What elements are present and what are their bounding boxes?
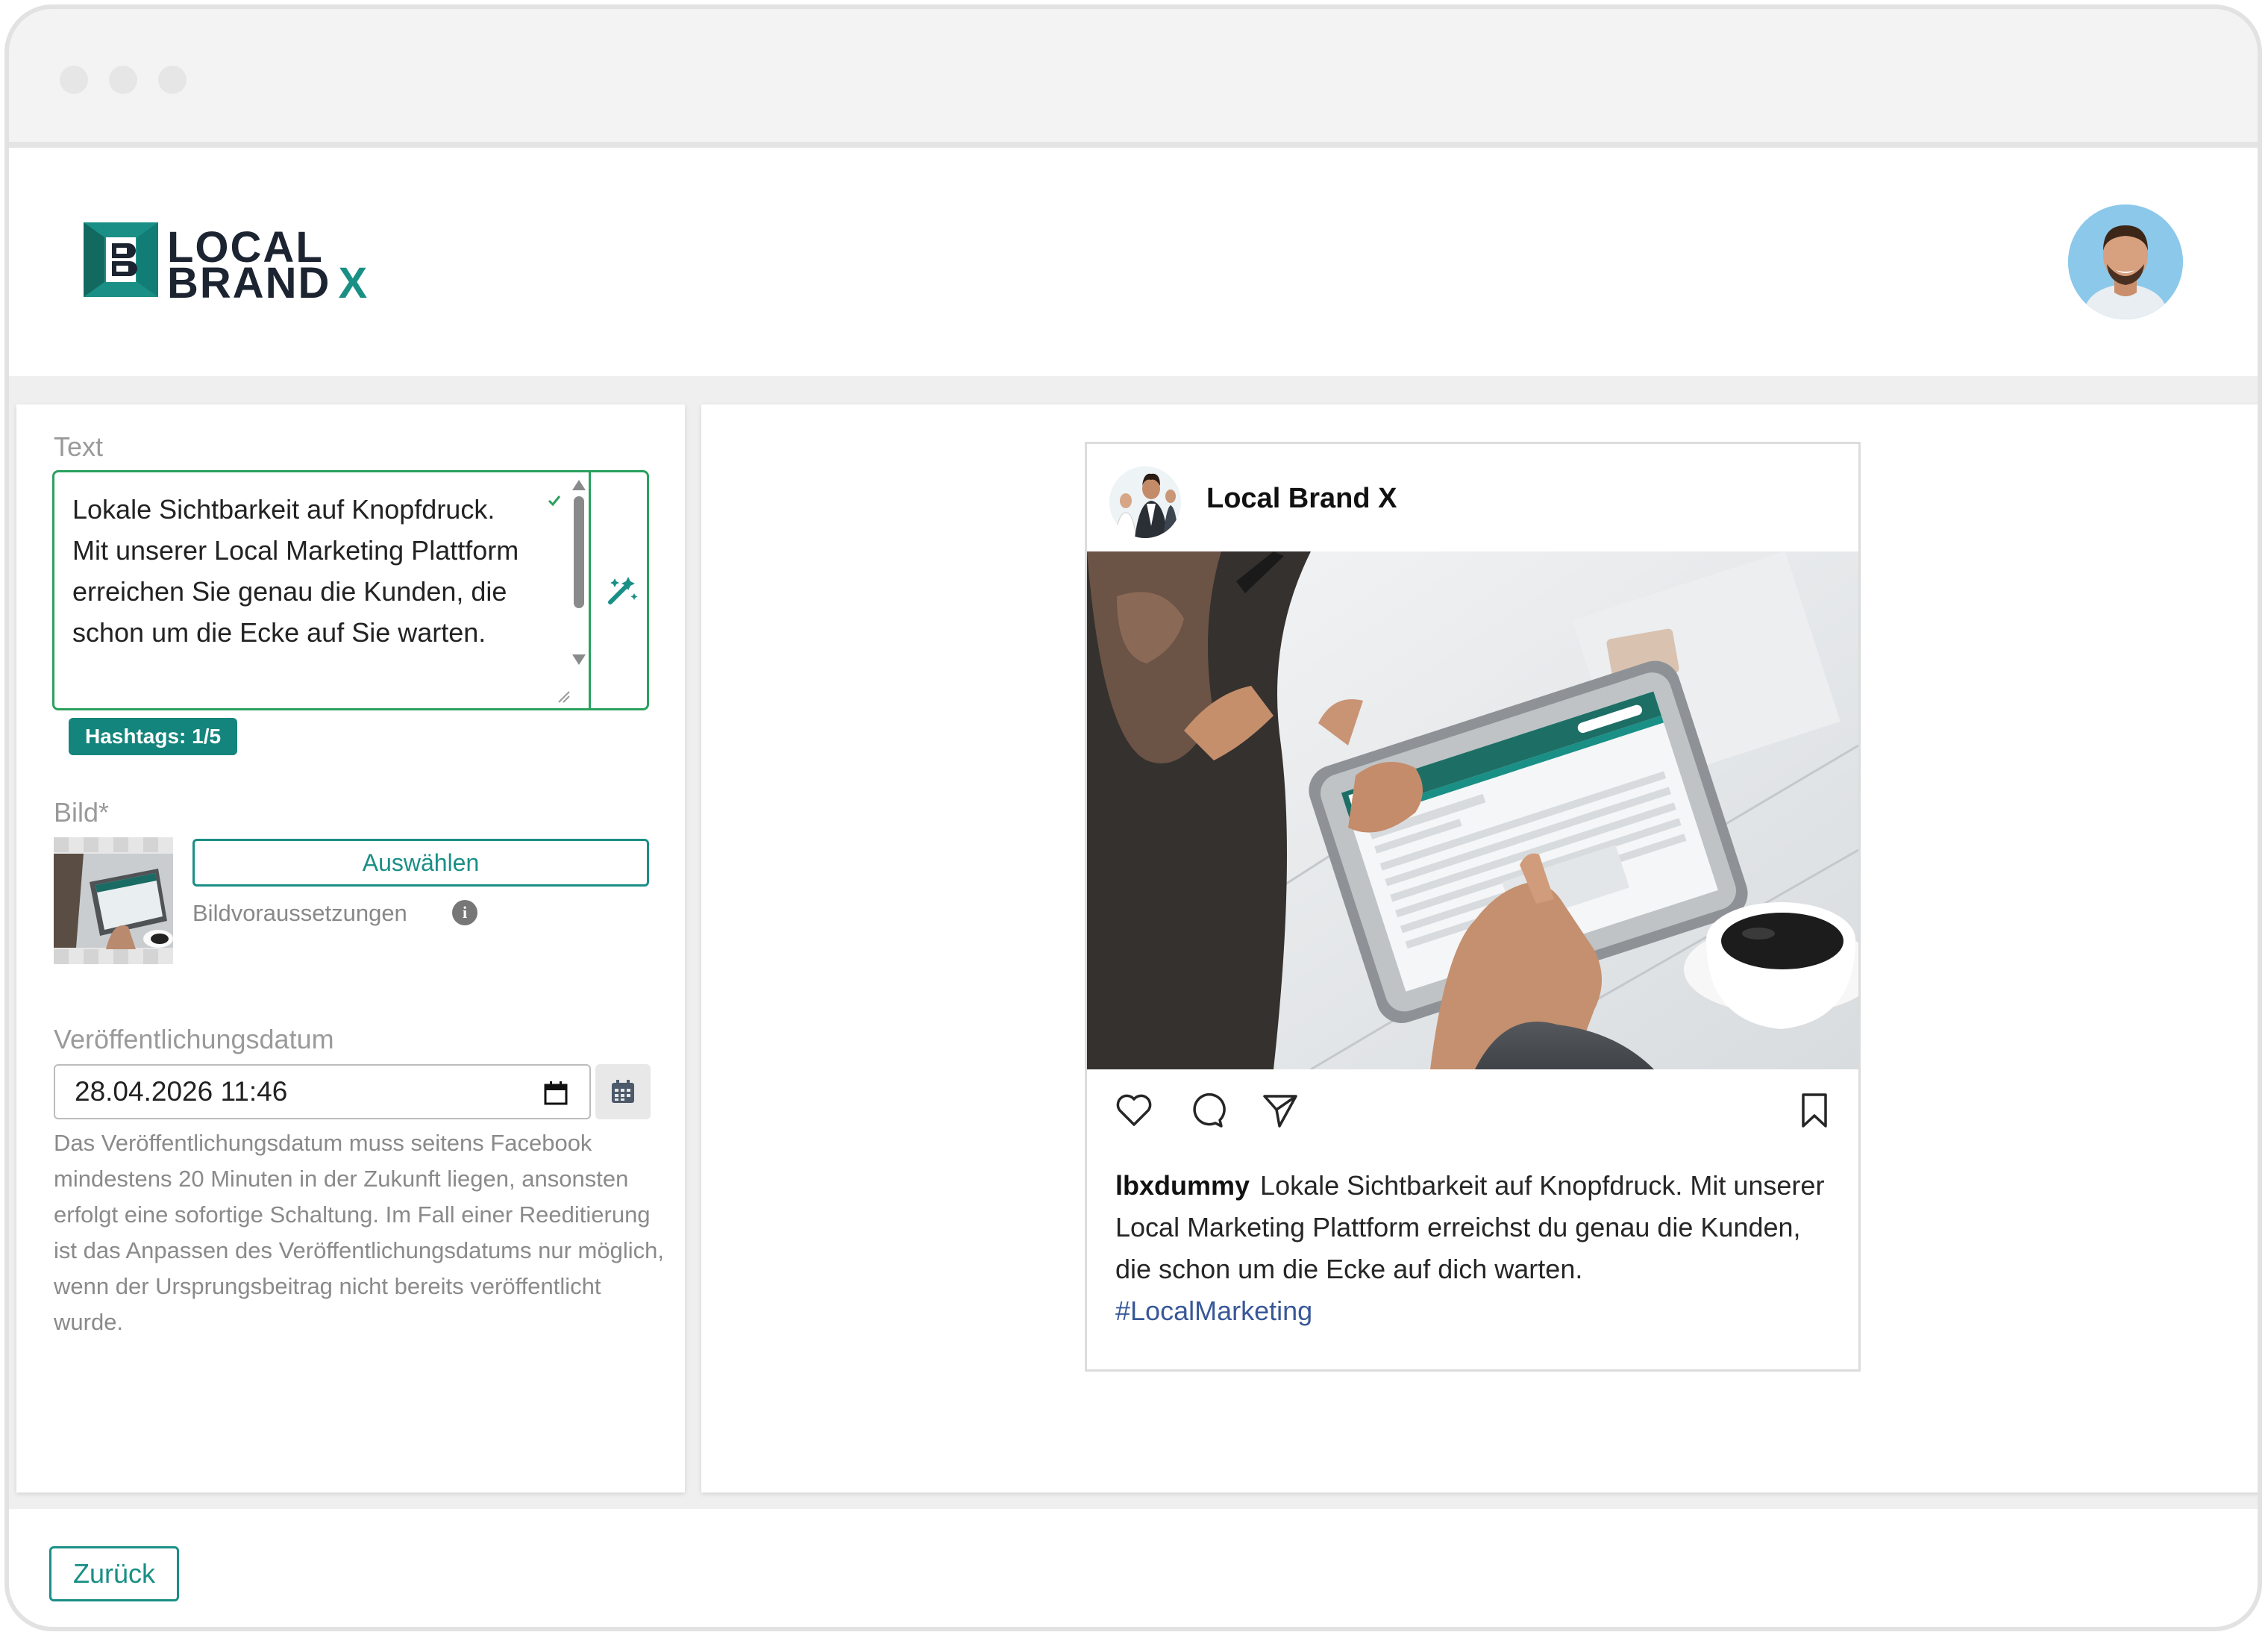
image-label: Bild* [54, 797, 110, 828]
image-requirements-link[interactable]: Bildvoraussetzungen [192, 900, 407, 927]
post-caption: lbxdummy Lokale Sichtbarkeit auf Knopfdru… [1115, 1165, 1832, 1332]
user-avatar-image [2068, 204, 2183, 319]
publish-date-label: Veröffentlichungsdatum [54, 1024, 334, 1054]
post-brand-name: Local Brand X [1206, 483, 1397, 514]
post-image [1087, 551, 1858, 1069]
hashtags-badge: Hashtags: 1/5 [69, 718, 238, 755]
app-header: LOCAL BRAND X [9, 148, 2258, 376]
ai-wand-button[interactable] [589, 472, 651, 708]
window-dot-maximize[interactable] [158, 66, 187, 94]
post-preview-card: Local Brand X lbxdummy Lokale Sichtbarke… [1085, 442, 1861, 1372]
image-thumbnail[interactable] [54, 837, 173, 964]
info-icon[interactable]: i [452, 900, 477, 925]
logo-mark-icon [84, 222, 158, 297]
logo-text-brand: BRAND X [167, 258, 369, 308]
logo-text-brand-word: BRAND [167, 259, 331, 307]
post-avatar [1109, 466, 1181, 538]
magic-wand-icon [608, 577, 638, 604]
spellcheck-check-icon [548, 496, 561, 507]
post-hashtag[interactable]: #LocalMarketing [1115, 1295, 1312, 1326]
select-image-button[interactable]: Auswählen [192, 839, 649, 887]
post-username[interactable]: lbxdummy [1115, 1170, 1250, 1201]
calendar-icon [612, 1080, 634, 1103]
post-text-field[interactable]: Lokale Sichtbarkeit auf Knopfdruck. Mit … [52, 470, 649, 710]
publish-date-input[interactable]: 28.04.2026 11:46 [54, 1064, 591, 1119]
calendar-picker-icon[interactable] [543, 1081, 568, 1106]
window-dot-close[interactable] [60, 66, 88, 94]
scrollbar-graphic [572, 480, 586, 665]
brand-logo[interactable]: LOCAL BRAND X [84, 222, 397, 307]
text-scrollbar[interactable] [569, 477, 589, 701]
page-footer: Zurück [9, 1509, 2258, 1627]
window-titlebar [9, 9, 2258, 148]
post-image-graphic [1087, 551, 1858, 1069]
post-actions-bar [1087, 1075, 1858, 1142]
editor-panel: Text Lokale Sichtbarkeit auf Knopfdruck.… [16, 404, 685, 1492]
publish-date-help-text: Das Veröffentlichungsdatum muss seitens … [54, 1130, 664, 1335]
user-avatar[interactable] [2068, 204, 2183, 319]
calendar-button[interactable] [595, 1064, 651, 1119]
text-label: Text [54, 431, 104, 462]
image-thumbnail-graphic [54, 837, 173, 964]
comment-icon[interactable] [1187, 1090, 1227, 1131]
post-header: Local Brand X [1087, 444, 1858, 551]
publish-date-value[interactable]: 28.04.2026 11:46 [75, 1076, 287, 1107]
browser-window: LOCAL BRAND X Text Lokale Sichtbarkeit au… [4, 4, 2262, 1631]
logo-text-x: X [338, 259, 369, 307]
resize-handle-icon[interactable] [556, 689, 571, 704]
heart-icon[interactable] [1114, 1090, 1154, 1131]
bookmark-icon[interactable] [1794, 1090, 1835, 1131]
preview-panel: Local Brand X lbxdummy Lokale Sichtbarke… [701, 404, 2258, 1492]
window-dot-minimize[interactable] [109, 66, 137, 94]
back-button[interactable]: Zurück [49, 1546, 179, 1601]
share-icon[interactable] [1260, 1090, 1300, 1131]
post-avatar-image [1109, 466, 1181, 538]
post-text-value[interactable]: Lokale Sichtbarkeit auf Knopfdruck. Mit … [72, 489, 520, 653]
